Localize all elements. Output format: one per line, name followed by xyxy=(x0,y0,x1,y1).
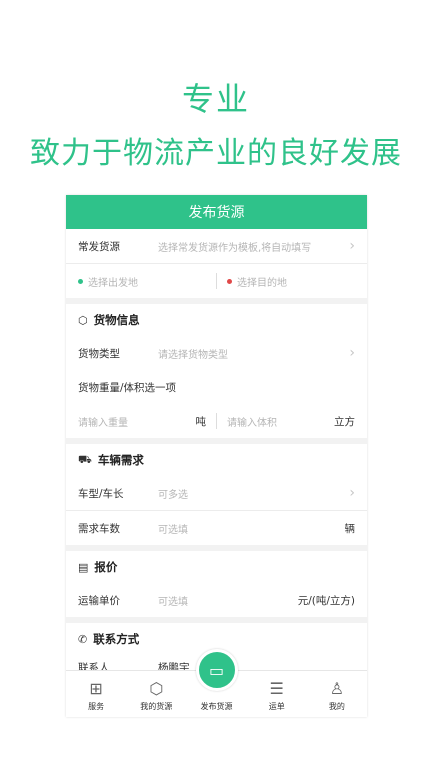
cargo-type-row[interactable]: 货物类型 请选择货物类型 › xyxy=(66,336,367,370)
volume-unit: 立方 xyxy=(334,415,355,428)
volume-placeholder: 请输入体积 xyxy=(227,417,277,429)
cargo-section-title: 货物信息 xyxy=(93,313,140,327)
origin-picker[interactable]: 选择出发地 xyxy=(78,274,206,289)
top-bar: 发布货源 xyxy=(66,195,367,229)
unit-price-label: 运输单价 xyxy=(78,594,120,607)
weight-input[interactable]: 请输入重量 吨 xyxy=(78,414,206,429)
chevron-right-icon: › xyxy=(349,345,355,361)
tab-waybill[interactable]: ☰ 运单 xyxy=(247,671,307,717)
origin-placeholder: 选择出发地 xyxy=(88,277,138,289)
headline-secondary: 致力于物流产业的良好发展 xyxy=(30,136,402,171)
cube-icon: ⬡ xyxy=(78,313,88,327)
cargo-type-label: 货物类型 xyxy=(78,347,120,360)
route-row: 选择出发地 选择目的地 xyxy=(66,264,367,298)
vehicle-model-label: 车型/车长 xyxy=(78,487,124,500)
tab-service-label: 服务 xyxy=(88,702,105,711)
price-section-header: ▤ 报价 xyxy=(66,551,367,583)
frequent-cargo-placeholder: 选择常发货源作为模板,将自动填写 xyxy=(158,242,312,254)
weight-volume-title-row: 货物重量/体积选一项 xyxy=(66,370,367,404)
destination-picker[interactable]: 选择目的地 xyxy=(227,274,355,289)
vehicle-count-unit: 辆 xyxy=(344,522,356,535)
price-card: ▤ 报价 运输单价 可选填 元/(吨/立方) xyxy=(66,551,367,617)
unit-price-suffix: 元/(吨/立方) xyxy=(297,594,355,607)
phone-icon: ✆ xyxy=(78,632,88,646)
unit-price-placeholder: 可选填 xyxy=(158,596,188,608)
bottom-tab-bar: ⊞ 服务 ⬡ 我的货源 ▭ 发布货源 ☰ 运单 ♙ 我的 xyxy=(66,649,367,717)
clipboard-icon: ▤ xyxy=(78,560,89,574)
cargo-section-header: ⬡ 货物信息 xyxy=(66,304,367,336)
grid-icon: ⊞ xyxy=(89,679,103,698)
phone-screen: 发布货源 常发货源 选择常发货源作为模板,将自动填写 › 选择出发地 选择目的地 xyxy=(66,195,367,717)
tab-publish-cargo[interactable]: ▭ 发布货源 xyxy=(186,649,246,717)
vehicle-count-label: 需求车数 xyxy=(78,522,120,535)
user-icon: ♙ xyxy=(329,679,345,698)
headline-primary: 专业 xyxy=(181,80,250,118)
chevron-right-icon: › xyxy=(349,485,355,501)
tab-publish-cargo-label: 发布货源 xyxy=(200,702,233,711)
vehicle-count-row[interactable]: 需求车数 可选填 辆 xyxy=(66,511,367,545)
origin-dot-icon xyxy=(78,278,83,284)
destination-dot-icon xyxy=(227,278,232,284)
tab-my-cargo[interactable]: ⬡ 我的货源 xyxy=(126,671,186,717)
vehicle-card: ⛟ 车辆需求 车型/车长 可多选 › 需求车数 可选填 辆 xyxy=(66,444,367,545)
destination-placeholder: 选择目的地 xyxy=(237,277,287,289)
weight-volume-row: 请输入重量 吨 请输入体积 立方 xyxy=(66,404,367,438)
contact-section-title: 联系方式 xyxy=(93,632,140,646)
frequent-cargo-label: 常发货源 xyxy=(78,240,120,253)
tab-my-cargo-label: 我的货源 xyxy=(140,702,173,711)
volume-input[interactable]: 请输入体积 立方 xyxy=(227,414,355,429)
cargo-type-placeholder: 请选择货物类型 xyxy=(158,349,228,361)
vehicle-section-header: ⛟ 车辆需求 xyxy=(66,444,367,476)
weight-placeholder: 请输入重量 xyxy=(78,417,128,429)
screen-title: 发布货源 xyxy=(188,205,245,221)
vehicle-section-title: 车辆需求 xyxy=(97,453,144,467)
weight-unit: 吨 xyxy=(195,415,207,428)
tab-mine-label: 我的 xyxy=(328,702,345,711)
waybill-icon: ☰ xyxy=(269,679,284,698)
truck-icon: ⛟ xyxy=(78,452,92,466)
tab-waybill-label: 运单 xyxy=(268,702,285,711)
vehicle-count-placeholder: 可选填 xyxy=(158,524,188,536)
tab-service[interactable]: ⊞ 服务 xyxy=(66,671,126,717)
weight-volume-title: 货物重量/体积选一项 xyxy=(78,381,177,394)
vehicle-model-row[interactable]: 车型/车长 可多选 › xyxy=(66,476,367,511)
cargo-card: ⬡ 货物信息 货物类型 请选择货物类型 › 货物重量/体积选一项 请输入重量 吨… xyxy=(66,304,367,438)
route-card: 常发货源 选择常发货源作为模板,将自动填写 › 选择出发地 选择目的地 xyxy=(66,229,367,298)
weight-volume-divider xyxy=(216,413,217,429)
publish-icon[interactable]: ▭ xyxy=(195,649,238,691)
price-section-title: 报价 xyxy=(94,560,118,574)
frequent-cargo-row[interactable]: 常发货源 选择常发货源作为模板,将自动填写 › xyxy=(66,229,367,264)
tab-mine[interactable]: ♙ 我的 xyxy=(307,671,367,717)
box-icon: ⬡ xyxy=(149,679,164,698)
chevron-right-icon: › xyxy=(349,238,355,254)
vehicle-model-placeholder: 可多选 xyxy=(158,489,188,501)
unit-price-row[interactable]: 运输单价 可选填 元/(吨/立方) xyxy=(66,583,367,617)
route-divider xyxy=(216,273,217,289)
